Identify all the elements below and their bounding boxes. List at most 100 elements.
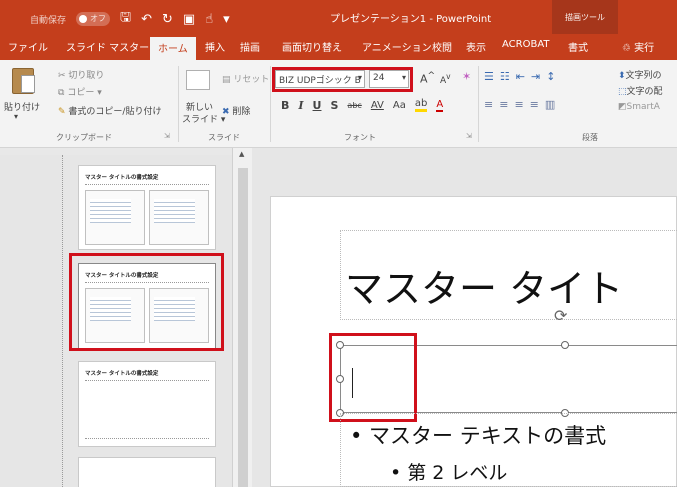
pane-guide-line xyxy=(62,155,63,487)
increase-indent-icon[interactable]: ⇥ xyxy=(531,70,540,83)
reset-label: リセット xyxy=(233,75,270,85)
grow-font-button[interactable]: A^ xyxy=(420,70,435,86)
redo-icon[interactable]: ↻ xyxy=(162,12,173,27)
paragraph-row-1: ☰ ☷ ⇤ ⇥ ↕ xyxy=(484,70,555,83)
slide-thumbnail-pane: マスター タイトルの書式設定 マスター タイトルの書式設定 マスター タイトルの… xyxy=(0,155,232,487)
columns-icon[interactable]: ▥ xyxy=(545,98,555,111)
ribbon-tabs: ファイル スライド マスター ホーム 挿入 描画 画面切り替え アニメーション … xyxy=(0,34,677,60)
paste-button[interactable]: 貼り付け xyxy=(4,100,40,113)
tab-review[interactable]: 校閲 xyxy=(432,39,452,54)
slide-thumbnail[interactable]: マスター タイトルの書式設定 xyxy=(78,165,216,250)
ribbon: 貼り付け ▾ ✂ 切り取り ⧉ コピー ▾ ✎ 書式のコピー/貼り付け クリップ… xyxy=(0,60,677,148)
decrease-indent-icon[interactable]: ⇤ xyxy=(516,70,525,83)
delete-button[interactable]: ✖ 削除 xyxy=(222,104,250,117)
align-center-icon[interactable]: ≡ xyxy=(499,98,508,111)
reset-button[interactable]: ▤ リセット xyxy=(222,72,269,85)
context-tool-label: 描画ツール xyxy=(552,0,618,34)
scroll-up-icon[interactable]: ▲ xyxy=(239,150,244,158)
delete-icon: ✖ xyxy=(222,107,230,117)
undo-icon[interactable]: ↶ xyxy=(141,12,152,27)
text-direction-icon: ⬍ xyxy=(618,71,626,81)
copy-icon: ⧉ xyxy=(58,88,65,98)
rotate-handle-icon[interactable]: ⟳ xyxy=(554,306,567,325)
tab-acrobat[interactable]: ACROBAT xyxy=(502,39,550,50)
bullet-level-1[interactable]: • マスター テキストの書式 xyxy=(350,420,606,450)
font-format-row: B I U S abc AV Aa ab A xyxy=(281,98,444,112)
smartart-button[interactable]: ◩SmartA xyxy=(618,102,660,112)
new-slide-button[interactable]: スライド ▾ xyxy=(182,112,225,125)
strikethrough-button[interactable]: abc xyxy=(347,101,361,110)
slide-thumbnail[interactable] xyxy=(78,457,216,487)
underline-button[interactable]: U xyxy=(313,99,322,112)
scroll-thumb[interactable] xyxy=(238,168,248,487)
thumbnail-content xyxy=(85,190,145,245)
new-slide-icon[interactable] xyxy=(186,70,210,90)
align-right-icon[interactable]: ≡ xyxy=(514,98,523,111)
tab-slide-master[interactable]: スライド マスター xyxy=(66,39,149,54)
thumbnail-divider xyxy=(85,438,209,439)
tab-animations[interactable]: アニメーション xyxy=(362,39,432,54)
resize-handle[interactable] xyxy=(561,341,569,349)
text-direction-label: 文字列の xyxy=(625,71,662,81)
shadow-button[interactable]: S xyxy=(330,99,338,112)
tab-insert[interactable]: 挿入 xyxy=(205,39,225,54)
numbering-icon[interactable]: ☷ xyxy=(500,70,510,83)
clipboard-launcher-icon[interactable]: ⇲ xyxy=(164,132,170,140)
highlight-color-button[interactable]: ab xyxy=(414,98,428,112)
paragraph-row-2: ≡ ≡ ≡ ≡ ▥ xyxy=(484,98,555,111)
pane-top-strip xyxy=(0,148,232,155)
change-case-button[interactable]: Aa xyxy=(393,100,406,111)
clipboard-group-label: クリップボード xyxy=(56,133,112,142)
align-text-icon: ⬚ xyxy=(618,87,627,97)
font-launcher-icon[interactable]: ⇲ xyxy=(466,132,472,140)
shrink-font-button[interactable]: Av xyxy=(440,72,451,86)
clear-formatting-icon[interactable]: ✶ xyxy=(462,70,471,83)
separator xyxy=(270,66,271,142)
align-left-icon[interactable]: ≡ xyxy=(484,98,493,111)
touch-mode-icon[interactable]: ☝ xyxy=(205,12,213,27)
tab-file[interactable]: ファイル xyxy=(8,39,48,54)
tab-format[interactable]: 書式 xyxy=(568,39,588,54)
tab-view[interactable]: 表示 xyxy=(466,39,486,54)
cut-button[interactable]: ✂ 切り取り xyxy=(58,68,104,81)
cut-label: 切り取り xyxy=(68,71,105,81)
textbox-highlight-box xyxy=(329,333,417,422)
delete-label: 削除 xyxy=(232,107,251,117)
bold-button[interactable]: B xyxy=(281,99,289,112)
tab-home[interactable]: ホーム xyxy=(150,37,196,60)
quick-access-toolbar: 自動保存 オフ 🖫 ↶ ↻ ▣ ☝ ▾ xyxy=(30,8,230,30)
tab-draw[interactable]: 描画 xyxy=(240,39,260,54)
separator xyxy=(478,66,479,142)
format-painter-button[interactable]: ✎ 書式のコピー/貼り付け xyxy=(58,104,161,117)
format-painter-label: 書式のコピー/貼り付け xyxy=(68,107,162,117)
thumbnail-content xyxy=(149,190,209,245)
slide-thumbnail[interactable]: マスター タイトルの書式設定 xyxy=(78,361,216,447)
line-spacing-icon[interactable]: ↕ xyxy=(546,70,555,83)
tab-transitions[interactable]: 画面切り替え xyxy=(282,39,342,54)
smartart-label: SmartA xyxy=(626,102,660,112)
bullet-level-2[interactable]: • 第 2 レベル xyxy=(390,458,507,485)
copy-label: コピー xyxy=(67,88,95,98)
copy-button[interactable]: ⧉ コピー ▾ xyxy=(58,85,102,98)
char-spacing-button[interactable]: AV xyxy=(371,100,384,111)
font-color-button[interactable]: A xyxy=(436,99,444,112)
justify-icon[interactable]: ≡ xyxy=(530,98,539,111)
from-beginning-icon[interactable]: ▣ xyxy=(183,12,195,27)
paste-dropdown-icon[interactable]: ▾ xyxy=(14,112,18,121)
tell-me-label: 実行 xyxy=(634,43,655,54)
grow-font-label: A xyxy=(420,72,428,86)
autosave-label: 自動保存 xyxy=(30,15,67,26)
thumbnail-title: マスター タイトルの書式設定 xyxy=(85,175,159,181)
tab-tell-me[interactable]: ♲ 実行 xyxy=(622,39,654,54)
autosave-toggle[interactable]: オフ xyxy=(76,12,111,26)
italic-button[interactable]: I xyxy=(298,99,303,112)
bullets-icon[interactable]: ☰ xyxy=(484,70,494,83)
customize-qat-icon[interactable]: ▾ xyxy=(223,12,230,27)
text-direction-button[interactable]: ⬍文字列の xyxy=(618,68,662,81)
paste-icon[interactable] xyxy=(12,68,35,94)
align-text-button[interactable]: ⬚文字の配 xyxy=(618,84,663,97)
save-icon[interactable]: 🖫 xyxy=(120,8,131,30)
smartart-icon: ◩ xyxy=(618,102,627,112)
slide-title[interactable]: マスター タイト xyxy=(345,258,623,313)
pane-scrollbar[interactable]: ▲ xyxy=(232,148,252,487)
